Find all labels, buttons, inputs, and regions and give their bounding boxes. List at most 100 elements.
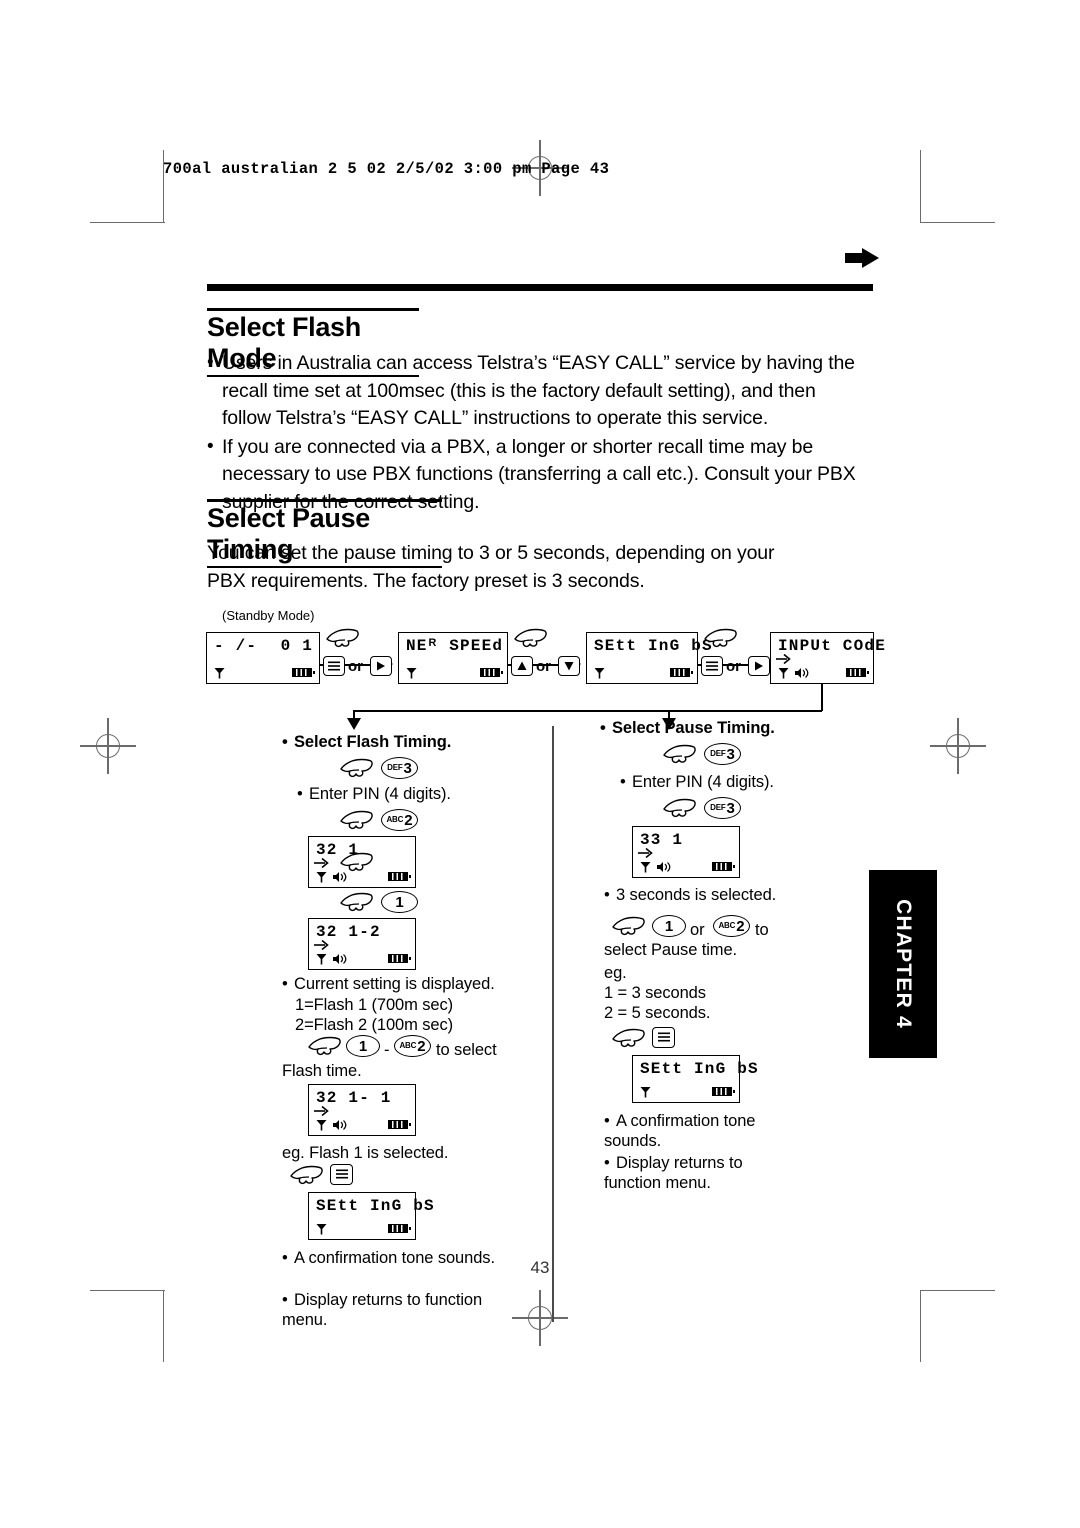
right-select-pause-label: select Pause time.: [604, 941, 738, 959]
lcd-line-1: SEtt InG bS: [594, 637, 713, 655]
key-1[interactable]: 1: [381, 891, 418, 913]
left-current-setting-note: Current setting is displayed.: [282, 974, 532, 994]
hand-pointer-icon: [663, 744, 696, 764]
trim-mark-right-bottom: [920, 1290, 922, 1362]
lcd-flash-32-1-1: 32 1- 1: [308, 1084, 416, 1136]
up-arrow-key[interactable]: [511, 656, 533, 676]
antenna-icon: [316, 872, 327, 883]
menu-key[interactable]: [652, 1027, 675, 1048]
left-flash1-note: 1=Flash 1 (700m sec): [295, 996, 454, 1014]
right-eg-line-2: 2 = 5 seconds.: [604, 1004, 711, 1022]
hand-pointer-icon: [340, 852, 373, 872]
right-arrow-key[interactable]: [370, 656, 392, 676]
battery-icon: [670, 668, 693, 677]
document-page: 700al australian 2 5 02 2/5/02 3:00 pm P…: [0, 0, 1080, 1528]
lcd-settings-return-left: SEtt InG bS: [308, 1192, 435, 1240]
hand-pointer-icon: [308, 1036, 341, 1056]
lcd-line-1: NEᴿ SPEEd: [406, 637, 504, 655]
hand-pointer-wrap: [663, 798, 697, 820]
hand-pointer-icon: [340, 758, 373, 778]
flash-mode-bullets: Users in Australia can access Telstra’s …: [207, 349, 867, 516]
key-def-3[interactable]: DEF 3: [704, 743, 741, 765]
operation-flow-diagram: (Standby Mode) - /- 0 1 or NEᴿ SPEEd or …: [200, 600, 885, 1329]
right-return-note: Display returns to function menu.: [604, 1153, 794, 1193]
key-1[interactable]: 1: [346, 1035, 380, 1057]
flow-bracket-down: [821, 684, 823, 711]
right-to-label: to: [755, 921, 769, 939]
chevron-right-icon: [377, 661, 385, 671]
down-arrow-key[interactable]: [558, 656, 580, 676]
lcd-line-1: SEtt InG bS: [316, 1197, 435, 1215]
hand-pointer-icon: [340, 810, 373, 830]
hand-pointer-icon: [340, 892, 373, 912]
battery-icon: [480, 668, 503, 677]
lcd-line-1: SEtt InG bS: [640, 1060, 759, 1078]
menu-lines-icon: [657, 1032, 670, 1042]
bullet-item: Users in Australia can access Telstra’s …: [207, 349, 867, 433]
hand-pointer-wrap: [612, 1028, 646, 1050]
enter-arrow-icon: [314, 1105, 329, 1117]
enter-arrow-icon: [314, 857, 329, 869]
battery-icon: [712, 1087, 735, 1096]
left-column-title: Select Flash Timing.: [282, 732, 512, 752]
key-def-3[interactable]: DEF 3: [704, 797, 741, 819]
key-1[interactable]: 1: [652, 915, 686, 937]
speaker-icon: [657, 862, 671, 872]
key-abc-2[interactable]: ABC 2: [394, 1035, 431, 1057]
menu-key[interactable]: [701, 656, 723, 676]
hand-pointer-wrap: [612, 916, 646, 938]
key-range-dash: -: [384, 1041, 390, 1059]
hand-pointer-icon: [612, 1028, 645, 1048]
antenna-icon: [594, 668, 605, 679]
menu-key[interactable]: [330, 1164, 353, 1185]
lcd-standby: - /- 0 1: [206, 632, 320, 684]
key-abc-2[interactable]: ABC 2: [381, 809, 418, 831]
antenna-icon: [316, 1224, 327, 1235]
right-confirmation-note: A confirmation tone sounds.: [604, 1111, 794, 1151]
key-def-3[interactable]: DEF 3: [381, 757, 418, 779]
right-seconds-selected-note: 3 seconds is selected.: [604, 885, 844, 905]
battery-icon: [388, 1120, 411, 1129]
antenna-icon: [214, 668, 225, 679]
antenna-icon: [778, 668, 789, 679]
speaker-icon: [333, 1120, 347, 1130]
antenna-icon: [316, 1120, 327, 1131]
key-abc-2[interactable]: ABC 2: [713, 915, 750, 937]
standby-mode-label: (Standby Mode): [222, 608, 315, 623]
hand-pointer-icon: [326, 628, 359, 648]
right-eg-line-1: 1 = 3 seconds: [604, 984, 706, 1002]
antenna-icon: [640, 1087, 651, 1098]
battery-icon: [712, 862, 735, 871]
registration-mark-right: [930, 718, 986, 774]
antenna-icon: [316, 954, 327, 965]
flow-arrowhead-down-left: [347, 718, 361, 730]
menu-key[interactable]: [323, 656, 345, 676]
trim-mark-left-bottom: [163, 1290, 165, 1362]
chapter-tab: CHAPTER 4: [869, 870, 937, 1058]
lcd-line-1: - /- 0 1: [214, 637, 313, 655]
hand-pointer-icon: [290, 1165, 323, 1185]
trim-mark-top-right: [920, 222, 995, 224]
left-return-note: Display returns to function menu.: [282, 1290, 497, 1330]
section-top-rule: [207, 284, 873, 291]
chevron-up-icon: [517, 661, 527, 670]
pause-timing-paragraph: You can set the pause timing to 3 or 5 s…: [207, 542, 775, 592]
lcd-flash-32-1-2: 32 1-2: [308, 918, 416, 970]
hand-pointer-icon: [704, 628, 737, 648]
right-arrow-key[interactable]: [748, 656, 770, 676]
menu-lines-icon: [706, 661, 718, 670]
battery-icon: [388, 954, 411, 963]
or-label: or: [348, 658, 363, 675]
right-eg-label: eg.: [604, 964, 627, 982]
hand-pointer-wrap: [308, 1036, 342, 1058]
speaker-icon: [795, 668, 809, 678]
battery-icon: [846, 668, 869, 677]
chevron-down-icon: [564, 662, 574, 671]
registration-mark-bottom: [512, 1290, 568, 1346]
antenna-icon: [640, 862, 651, 873]
battery-icon: [292, 668, 315, 677]
column-divider: [552, 726, 554, 1322]
trim-mark-right-top: [920, 150, 922, 222]
lcd-input-code: INPUt COdE: [770, 632, 885, 684]
lcd-settings-return-right: SEtt InG bS: [632, 1055, 759, 1103]
